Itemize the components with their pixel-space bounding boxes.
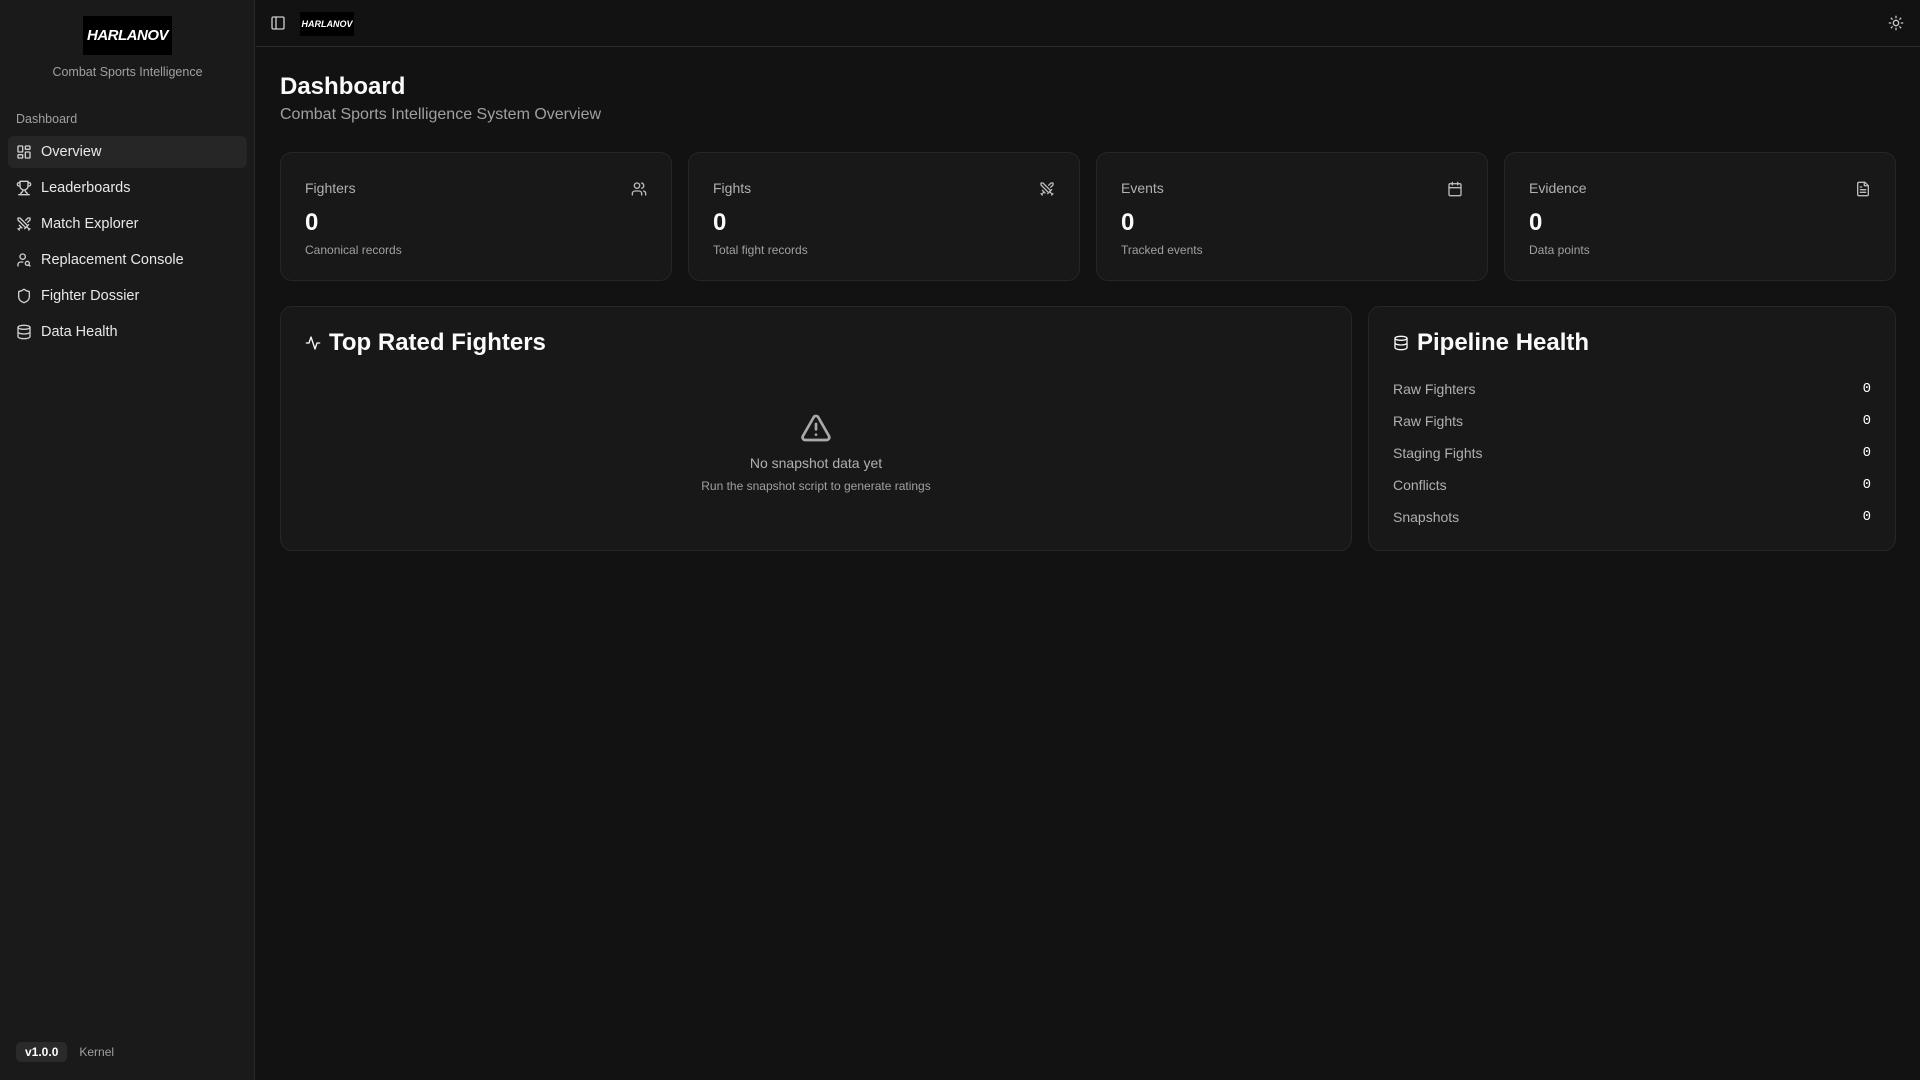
stat-value: 0 bbox=[1121, 209, 1135, 236]
pipeline-row: Snapshots 0 bbox=[1393, 509, 1871, 525]
pipeline-row: Raw Fighters 0 bbox=[1393, 381, 1871, 397]
row-label: Conflicts bbox=[1393, 477, 1447, 493]
version-badge: v1.0.0 bbox=[16, 1042, 68, 1062]
row-value: 0 bbox=[1862, 413, 1871, 429]
pipeline-row: Conflicts 0 bbox=[1393, 477, 1871, 493]
kernel-label: Kernel bbox=[79, 1045, 115, 1059]
sidebar-item-data-health[interactable]: Data Health bbox=[8, 316, 247, 348]
stat-label: Evidence bbox=[1529, 180, 1587, 196]
stat-card-fighters: Fighters 0 Canonical records bbox=[280, 152, 672, 281]
sidebar: HARLANOV Combat Sports Intelligence Dash… bbox=[0, 0, 255, 1080]
file-text-icon bbox=[1857, 181, 1869, 197]
empty-title: No snapshot data yet bbox=[749, 455, 883, 471]
alert-triangle-icon bbox=[801, 414, 831, 442]
user-search-icon bbox=[17, 253, 31, 267]
sidebar-footer: v1.0.0 Kernel bbox=[16, 1042, 114, 1062]
calendar-icon bbox=[1448, 181, 1462, 197]
sidebar-nav: Overview Leaderboards Match Explorer Rep… bbox=[8, 136, 247, 352]
topbar: HARLANOV bbox=[256, 0, 1920, 47]
sun-icon[interactable] bbox=[1888, 15, 1904, 31]
sidebar-item-label: Leaderboards bbox=[41, 180, 131, 196]
row-label: Raw Fighters bbox=[1393, 381, 1476, 397]
sidebar-item-label: Overview bbox=[41, 144, 102, 160]
panel-title-text: Pipeline Health bbox=[1417, 329, 1590, 356]
sidebar-toggle-icon[interactable] bbox=[270, 15, 286, 31]
stat-value: 0 bbox=[305, 209, 319, 236]
page-subtitle: Combat Sports Intelligence System Overvi… bbox=[280, 106, 602, 123]
stat-card-events: Events 0 Tracked events bbox=[1096, 152, 1488, 281]
empty-desc: Run the snapshot script to generate rati… bbox=[701, 479, 931, 493]
row-value: 0 bbox=[1862, 381, 1871, 397]
stat-value: 0 bbox=[713, 209, 727, 236]
row-value: 0 bbox=[1862, 445, 1871, 461]
row-value: 0 bbox=[1862, 509, 1871, 525]
row-label: Staging Fights bbox=[1393, 445, 1483, 461]
database-icon bbox=[17, 324, 31, 340]
stat-card-evidence: Evidence 0 Data points bbox=[1504, 152, 1896, 281]
pipeline-health-panel: Pipeline Health Raw Fighters 0 Raw Fights… bbox=[1368, 306, 1896, 551]
trophy-icon bbox=[16, 180, 32, 196]
row-label: Snapshots bbox=[1393, 509, 1460, 525]
users-icon bbox=[631, 182, 647, 196]
sidebar-item-overview[interactable]: Overview bbox=[8, 136, 247, 168]
stat-desc: Data points bbox=[1529, 243, 1590, 257]
stat-desc: Tracked events bbox=[1121, 243, 1203, 257]
sidebar-item-label: Data Health bbox=[41, 324, 118, 340]
activity-icon bbox=[305, 336, 321, 350]
nav-group-label: Dashboard bbox=[16, 112, 78, 126]
swords-icon bbox=[17, 217, 31, 231]
tagline: Combat Sports Intelligence bbox=[52, 65, 203, 79]
swords-icon bbox=[1040, 182, 1054, 196]
database-icon bbox=[1394, 335, 1408, 351]
pipeline-row: Staging Fights 0 bbox=[1393, 445, 1871, 461]
sidebar-item-label: Fighter Dossier bbox=[41, 288, 140, 304]
topbar-logo: HARLANOV bbox=[300, 12, 354, 36]
top-rated-panel: Top Rated Fighters No snapshot data yet … bbox=[280, 306, 1352, 551]
logo: HARLANOV bbox=[83, 16, 172, 55]
shield-icon bbox=[18, 288, 30, 304]
pipeline-row: Raw Fights 0 bbox=[1393, 413, 1871, 429]
stat-desc: Canonical records bbox=[305, 243, 402, 257]
layout-dashboard-icon bbox=[17, 145, 31, 159]
stat-label: Fighters bbox=[305, 180, 356, 196]
panel-title: Top Rated Fighters bbox=[305, 329, 546, 357]
sidebar-item-leaderboards[interactable]: Leaderboards bbox=[8, 172, 247, 204]
page-title: Dashboard bbox=[280, 73, 406, 100]
sidebar-item-match-explorer[interactable]: Match Explorer bbox=[8, 208, 247, 240]
stat-label: Fights bbox=[713, 180, 752, 196]
stat-card-fights: Fights 0 Total fight records bbox=[688, 152, 1080, 281]
stat-desc: Total fight records bbox=[713, 243, 808, 257]
stat-value: 0 bbox=[1529, 209, 1543, 236]
row-value: 0 bbox=[1862, 477, 1871, 493]
sidebar-item-replacement-console[interactable]: Replacement Console bbox=[8, 244, 247, 276]
sidebar-item-label: Replacement Console bbox=[41, 252, 184, 268]
panel-title: Pipeline Health bbox=[1393, 329, 1589, 357]
panel-title-text: Top Rated Fighters bbox=[329, 329, 546, 356]
sidebar-item-fighter-dossier[interactable]: Fighter Dossier bbox=[8, 280, 247, 312]
empty-state: No snapshot data yet Run the snapshot sc… bbox=[281, 412, 1351, 493]
sidebar-item-label: Match Explorer bbox=[41, 216, 139, 232]
stat-label: Events bbox=[1121, 180, 1164, 196]
row-label: Raw Fights bbox=[1393, 413, 1464, 429]
